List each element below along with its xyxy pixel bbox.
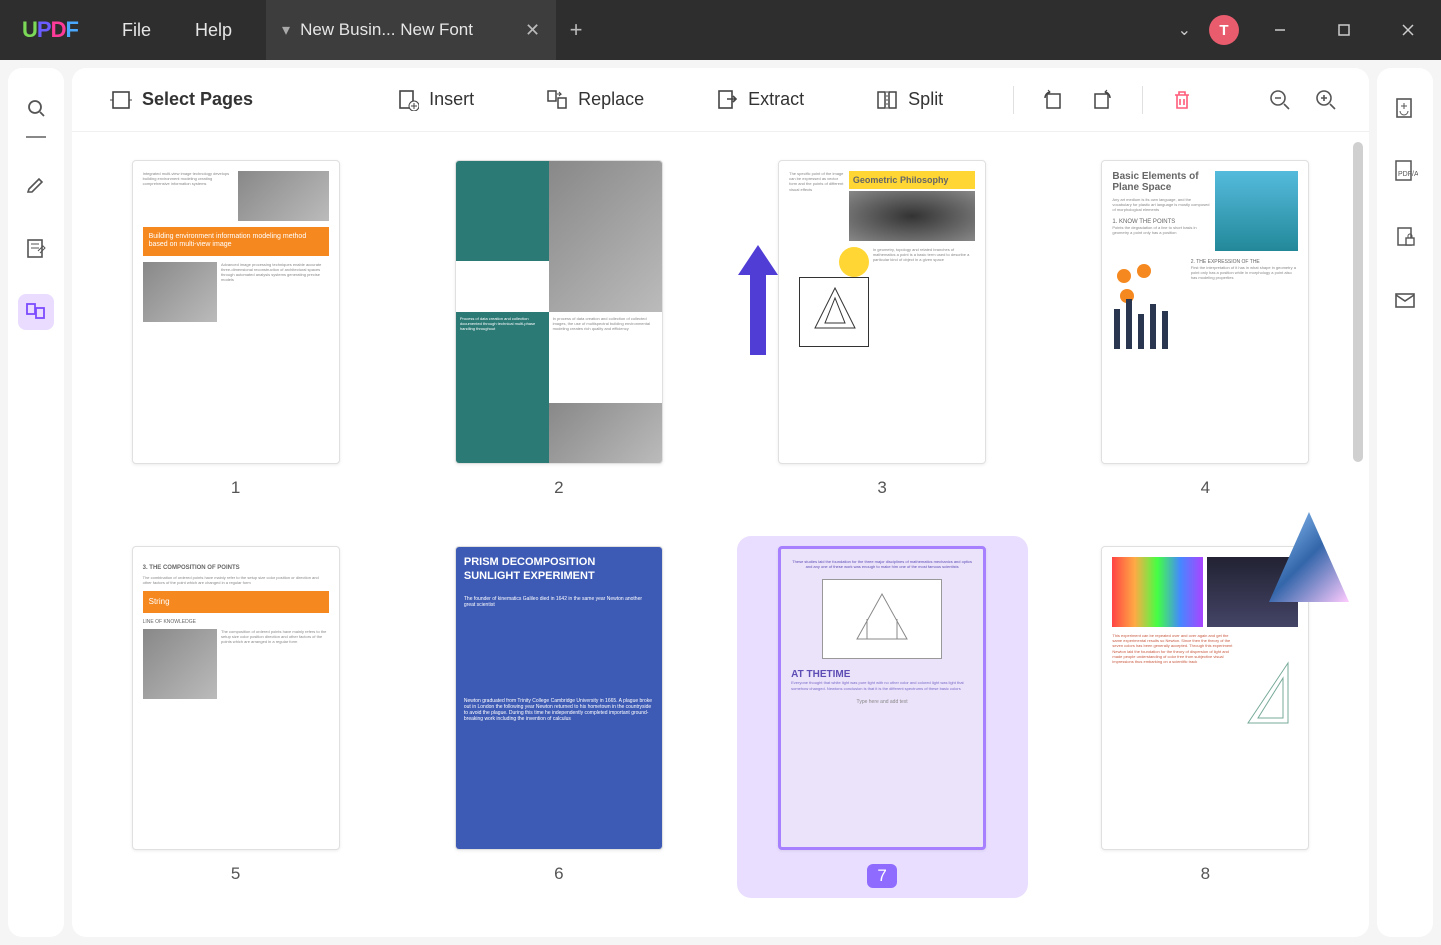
dropdown-icon[interactable]: ⌄	[1178, 20, 1191, 40]
insert-label: Insert	[429, 89, 474, 110]
close-tab-icon[interactable]: ✕	[525, 20, 540, 41]
toolbar-divider	[1013, 86, 1014, 114]
page-number: 1	[231, 478, 240, 498]
split-icon	[876, 89, 898, 111]
extract-label: Extract	[748, 89, 804, 110]
extract-icon	[716, 89, 738, 111]
mail-icon[interactable]	[1387, 282, 1423, 318]
minimize-icon	[1273, 23, 1287, 37]
maximize-icon	[1337, 23, 1351, 37]
extract-button[interactable]: Extract	[702, 81, 818, 119]
new-tab-button[interactable]: +	[556, 17, 596, 43]
page-thumbnail[interactable]: Process of data creation and collection …	[423, 160, 694, 498]
zoom-in-icon	[1315, 89, 1337, 111]
right-sidebar: PDF/A	[1377, 68, 1433, 937]
close-window-button[interactable]	[1385, 12, 1431, 48]
tab-title: New Busin... New Font	[300, 20, 513, 40]
tab-dropdown-icon[interactable]: ▾	[282, 20, 290, 40]
scrollbar[interactable]	[1353, 142, 1363, 927]
minimize-button[interactable]	[1257, 12, 1303, 48]
highlighter-icon[interactable]	[18, 166, 54, 202]
rotate-right-button[interactable]	[1082, 80, 1122, 120]
rotate-right-icon	[1090, 88, 1114, 112]
zoom-out-button[interactable]	[1261, 81, 1299, 119]
svg-text:PDF/A: PDF/A	[1398, 171, 1418, 178]
page-number: 5	[231, 864, 240, 884]
left-sidebar	[8, 68, 64, 937]
page-number: 2	[554, 478, 563, 498]
page-toolbar: Select Pages Insert Replace Extract	[72, 68, 1369, 132]
select-pages-icon	[110, 89, 132, 111]
main-area: Select Pages Insert Replace Extract	[72, 68, 1369, 937]
split-label: Split	[908, 89, 943, 110]
app-logo: UPDF	[0, 17, 100, 43]
edit-page-icon[interactable]	[18, 230, 54, 266]
delete-button[interactable]	[1163, 81, 1201, 119]
close-icon	[1401, 23, 1415, 37]
rotate-left-icon	[1042, 88, 1066, 112]
maximize-button[interactable]	[1321, 12, 1367, 48]
page-thumbnail[interactable]: Basic Elements of Plane SpaceAny art med…	[1070, 160, 1341, 498]
page-thumbnail[interactable]: Integrated multi-view image technology d…	[100, 160, 371, 498]
document-tab[interactable]: ▾ New Busin... New Font ✕	[266, 0, 556, 60]
convert-icon[interactable]	[1387, 90, 1423, 126]
insert-button[interactable]: Insert	[383, 81, 488, 119]
replace-button[interactable]: Replace	[532, 81, 658, 119]
page-number: 8	[1201, 864, 1210, 884]
zoom-in-button[interactable]	[1307, 81, 1345, 119]
scrollbar-thumb[interactable]	[1353, 142, 1363, 462]
insert-icon	[397, 89, 419, 111]
replace-icon	[546, 89, 568, 111]
page-thumbnail[interactable]: PRISM DECOMPOSITION SUNLIGHT EXPERIMENT …	[423, 546, 694, 888]
page-number: 6	[554, 864, 563, 884]
page-thumbnail[interactable]: 3. THE COMPOSITION OF POINTS The combina…	[100, 546, 371, 888]
select-pages-button[interactable]: Select Pages	[96, 81, 267, 119]
user-avatar[interactable]: T	[1209, 15, 1239, 45]
trash-icon	[1171, 89, 1193, 111]
lock-icon[interactable]	[1387, 218, 1423, 254]
page-thumbnail-selected[interactable]: These studies laid the foundation for th…	[737, 536, 1028, 898]
split-button[interactable]: Split	[862, 81, 957, 119]
pages-area: Integrated multi-view image technology d…	[72, 132, 1369, 937]
organize-pages-icon[interactable]	[18, 294, 54, 330]
titlebar: UPDF File Help ▾ New Busin... New Font ✕…	[0, 0, 1441, 60]
select-pages-label: Select Pages	[142, 89, 253, 110]
zoom-out-icon	[1269, 89, 1291, 111]
divider-icon	[26, 136, 46, 138]
rotate-left-button[interactable]	[1034, 80, 1074, 120]
menu-file[interactable]: File	[100, 0, 173, 60]
toolbar-divider	[1142, 86, 1143, 114]
menu-help[interactable]: Help	[173, 0, 254, 60]
replace-label: Replace	[578, 89, 644, 110]
page-number: 7	[867, 864, 896, 888]
pdfa-icon[interactable]: PDF/A	[1387, 154, 1423, 190]
search-icon[interactable]	[18, 90, 54, 126]
page-number: 3	[877, 478, 886, 498]
page-thumbnail[interactable]: The specific point of the image can be e…	[747, 160, 1018, 498]
page-number: 4	[1201, 478, 1210, 498]
